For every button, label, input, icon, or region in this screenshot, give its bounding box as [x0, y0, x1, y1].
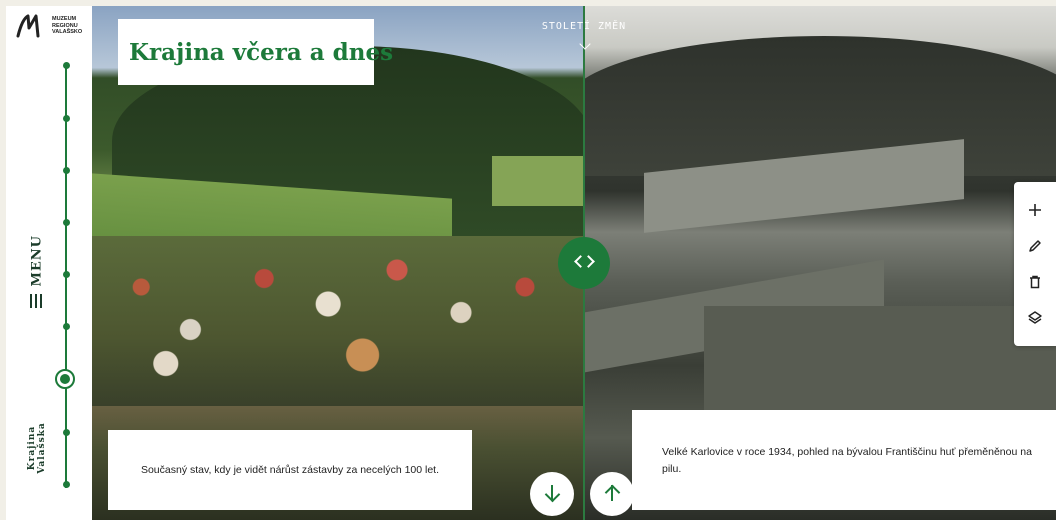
timeline-dot-active[interactable]: [55, 369, 75, 389]
museum-logo[interactable]: MUZEUM REGIONU VALAŠSKO: [16, 12, 92, 42]
pencil-icon: [1029, 240, 1041, 252]
sidebar: MUZEUM REGIONU VALAŠSKO MENU Krajina Val…: [6, 6, 92, 520]
caption-present: Současný stav, kdy je vidět nárůst zásta…: [108, 430, 472, 510]
scroll-up-button[interactable]: [590, 472, 634, 516]
timeline-dot[interactable]: [62, 115, 70, 122]
delete-button[interactable]: [1014, 264, 1056, 300]
timeline-dot[interactable]: [62, 429, 70, 436]
timeline-dot[interactable]: [62, 62, 70, 69]
comparison-view[interactable]: Krajina včera a dnes STOLETÍ ZMĚN Součas…: [92, 6, 1056, 520]
timeline-dot[interactable]: [62, 271, 70, 278]
chevron-right-icon: [582, 255, 595, 268]
caption-present-text: Současný stav, kdy je vidět nárůst zásta…: [140, 464, 440, 476]
timeline-dot[interactable]: [62, 323, 70, 330]
draw-button[interactable]: [1014, 228, 1056, 264]
timeline-dot[interactable]: [62, 481, 70, 488]
menu-label: MENU: [29, 234, 45, 287]
caption-historic: Velké Karlovice v roce 1934, pohled na b…: [632, 410, 1056, 510]
logo-line: VALAŠSKO: [52, 29, 83, 35]
caption-historic-text: Velké Karlovice v roce 1934, pohled na b…: [662, 446, 1032, 475]
timeline-dot[interactable]: [62, 219, 70, 226]
logo-text: MUZEUM REGIONU VALAŠSKO: [52, 16, 82, 36]
layers-icon: [1028, 311, 1042, 324]
plus-icon: [1029, 204, 1041, 216]
menu-button[interactable]: MENU: [24, 234, 48, 318]
timeline-dot[interactable]: [62, 167, 70, 174]
title-box: Krajina včera a dnes: [118, 19, 393, 85]
scroll-down-button[interactable]: [530, 472, 574, 516]
trash-icon: [1030, 275, 1040, 289]
page-frame: MUZEUM REGIONU VALAŠSKO MENU Krajina Val…: [6, 6, 1056, 520]
map-tools: [1014, 182, 1056, 346]
logo-mark-icon: [16, 14, 40, 38]
page-title: Krajina včera a dnes: [129, 38, 394, 66]
layers-button[interactable]: [1014, 300, 1056, 336]
slider-handle[interactable]: [558, 237, 610, 289]
add-button[interactable]: [1014, 192, 1056, 228]
section-name: Krajina Valašska: [27, 422, 47, 474]
section-label[interactable]: STOLETÍ ZMĚN: [534, 21, 634, 32]
hamburger-icon: [30, 294, 42, 308]
